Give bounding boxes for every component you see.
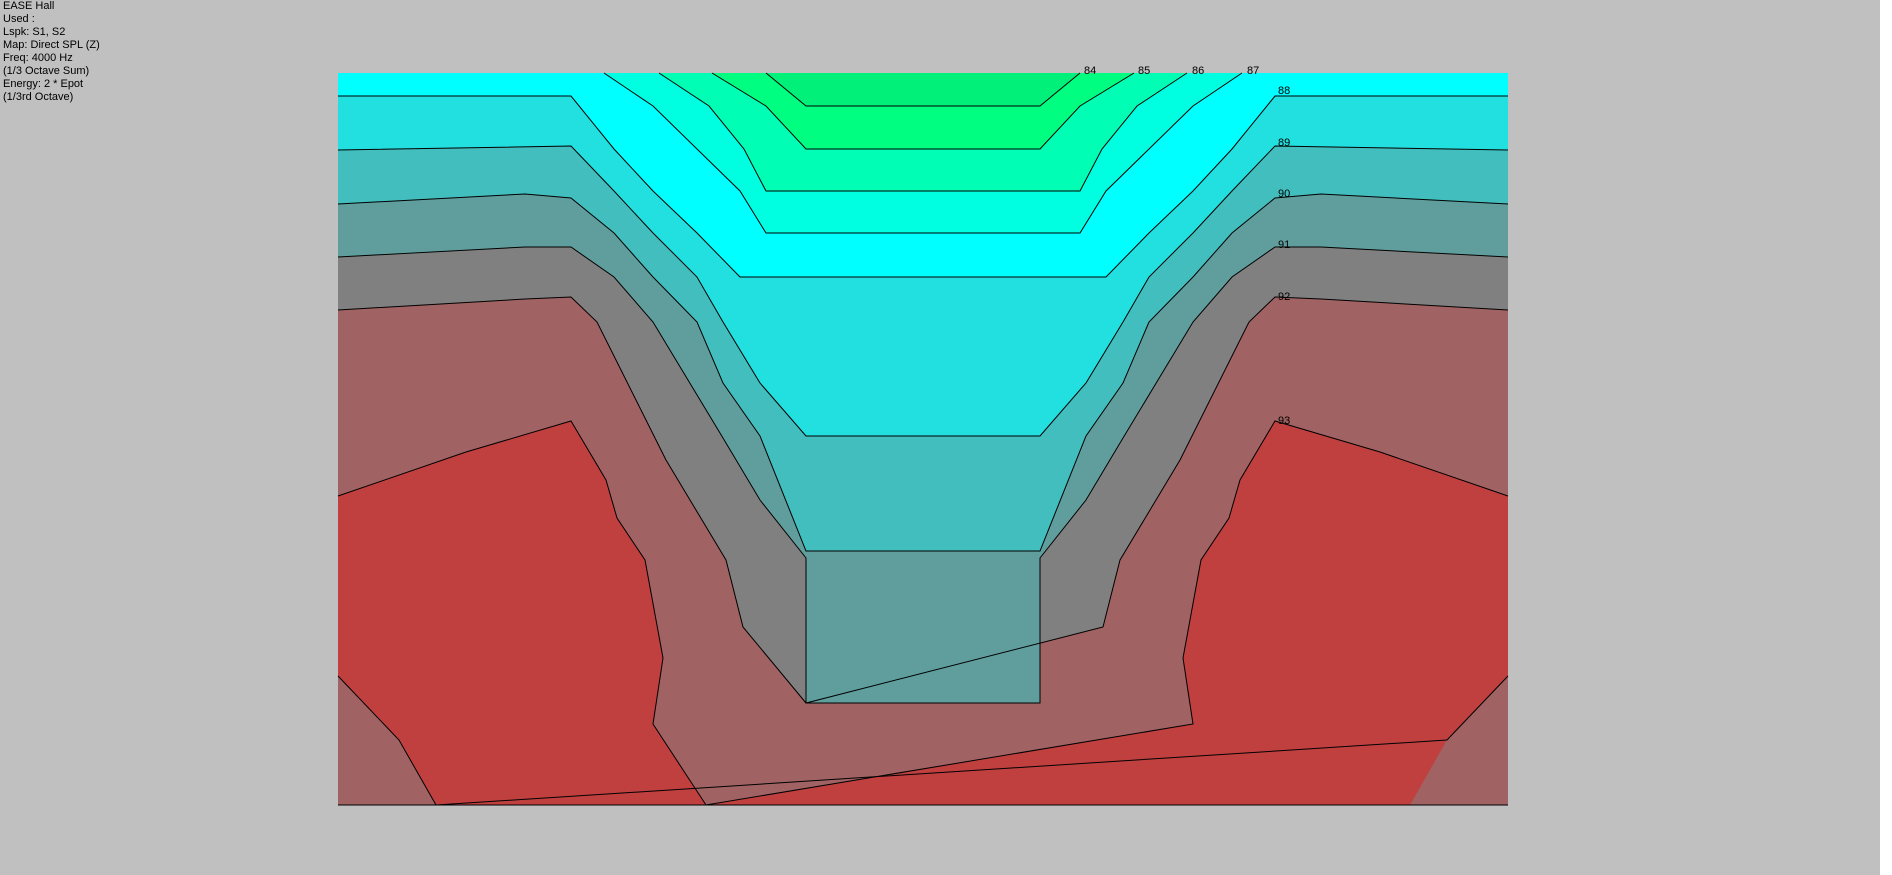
contour-label-91: 91: [1278, 239, 1290, 251]
contour-label-85: 85: [1138, 65, 1150, 77]
contour-label-93: 93: [1278, 415, 1290, 427]
contour-label-88: 88: [1278, 85, 1290, 97]
contour-bands: [338, 73, 1508, 805]
contour-label-87: 87: [1247, 65, 1259, 77]
window-edge: [1880, 0, 1892, 875]
contour-label-92: 92: [1278, 291, 1290, 303]
spl-contour-map: 84 85 86 87 88 89 90 91 92 93: [337, 65, 1509, 806]
contour-label-86: 86: [1192, 65, 1204, 77]
spl-band-below-84: [766, 73, 1080, 106]
contour-label-89: 89: [1278, 137, 1290, 149]
contour-label-84: 84: [1084, 65, 1096, 77]
contour-label-90: 90: [1278, 188, 1290, 200]
